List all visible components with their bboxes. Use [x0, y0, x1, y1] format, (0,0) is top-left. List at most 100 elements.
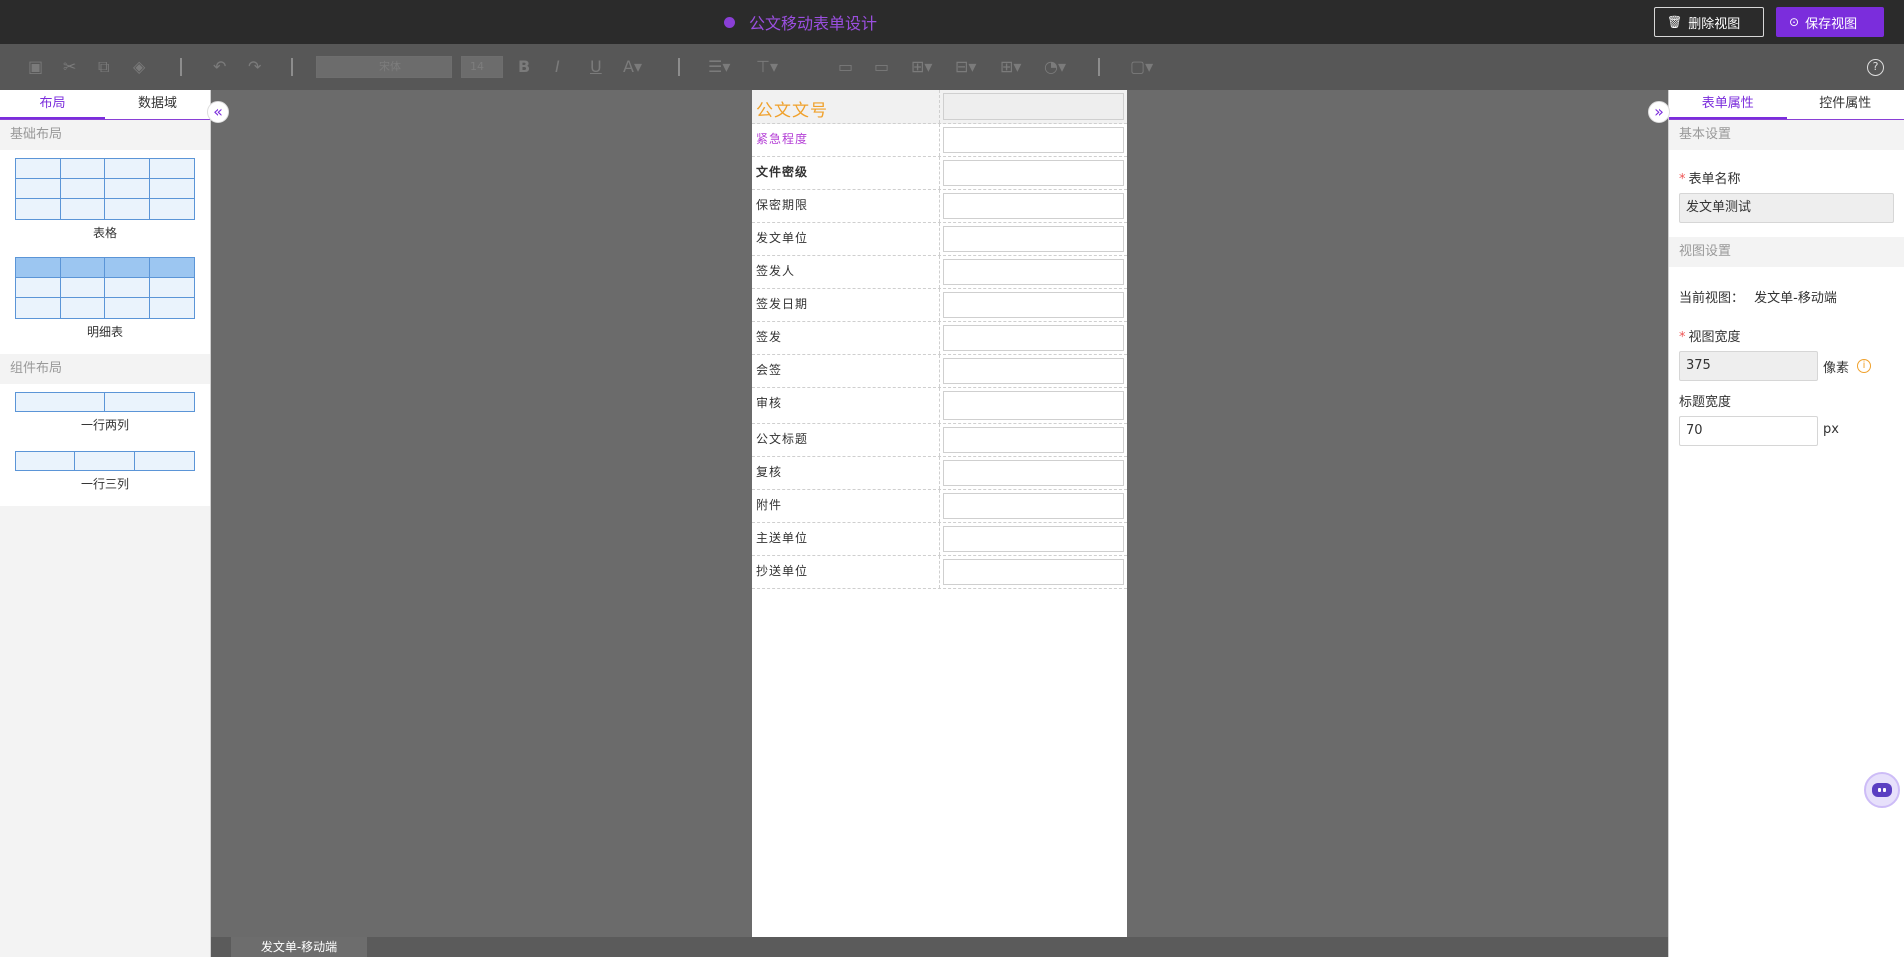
form-row[interactable]: 文件密级 [752, 157, 1127, 190]
form-row-value-cell[interactable] [940, 424, 1127, 456]
form-row[interactable]: 主送单位 [752, 523, 1127, 556]
form-row-label: 紧急程度 [752, 124, 940, 156]
form-row-value-cell[interactable] [940, 388, 1127, 423]
form-row-value-cell[interactable] [940, 223, 1127, 255]
view-tab-mobile[interactable]: 发文单-移动端 [231, 937, 367, 957]
form-row-input[interactable] [943, 193, 1124, 219]
form-row-input[interactable] [943, 493, 1124, 519]
form-name-field[interactable]: 发文单测试 [1679, 193, 1894, 223]
bold-icon[interactable]: B [518, 58, 530, 76]
form-row-value-cell[interactable] [940, 124, 1127, 156]
assistant-robot-icon[interactable] [1864, 772, 1900, 808]
form-row-value-cell[interactable] [940, 556, 1127, 588]
form-row-input[interactable] [943, 127, 1124, 153]
form-row-value-cell[interactable] [940, 256, 1127, 288]
right-panel: 表单属性 控件属性 基本设置 * 表单名称 发文单测试 视图设置 当前视图： 发文… [1668, 90, 1904, 957]
form-row-input[interactable] [943, 226, 1124, 252]
format-painter-icon[interactable]: ◈ [133, 58, 145, 76]
form-row-value-cell[interactable] [940, 355, 1127, 387]
top-bar: 公文移动表单设计 🗑 删除视图 ⊙ 保存视图 [0, 0, 1904, 44]
help-icon[interactable]: ? [1867, 59, 1884, 76]
delete-row-icon[interactable]: ▭ [874, 58, 889, 76]
tab-form-properties[interactable]: 表单属性 [1669, 90, 1787, 119]
form-row-input[interactable] [943, 292, 1124, 318]
font-color-icon[interactable]: A▾ [623, 58, 642, 76]
form-row[interactable]: 保密期限 [752, 190, 1127, 223]
toolbar-divider [291, 58, 293, 76]
paste-icon[interactable]: ▣ [28, 58, 43, 76]
form-row-input[interactable] [943, 160, 1124, 186]
basic-settings-title: 基本设置 [1669, 120, 1904, 150]
split-cells-icon[interactable]: ⊟▾ [955, 58, 976, 76]
detail-table-thumbnail [15, 257, 195, 319]
tab-layout[interactable]: 布局 [0, 90, 105, 119]
form-row-input[interactable] [943, 325, 1124, 351]
underline-icon[interactable]: U [590, 58, 602, 76]
form-row-input[interactable] [943, 259, 1124, 285]
form-row-input[interactable] [943, 391, 1124, 420]
collapse-right-icon[interactable]: » [1648, 101, 1670, 123]
form-row-input[interactable] [943, 358, 1124, 384]
form-row-input[interactable] [943, 93, 1124, 120]
form-row[interactable]: 签发人 [752, 256, 1127, 289]
layout-item-label: 一行三列 [80, 477, 129, 491]
table-thumbnail [15, 158, 195, 220]
form-row-label: 审核 [752, 388, 940, 423]
align-icon[interactable]: ☰▾ [708, 58, 730, 76]
form-row[interactable]: 审核 [752, 388, 1127, 424]
form-row-value-cell[interactable] [940, 523, 1127, 555]
form-row-value-cell[interactable] [940, 289, 1127, 321]
form-row-value-cell[interactable] [940, 157, 1127, 189]
tab-data-fields[interactable]: 数据域 [105, 90, 210, 119]
form-row-value-cell[interactable] [940, 457, 1127, 489]
form-row[interactable]: 复核 [752, 457, 1127, 490]
form-row[interactable]: 附件 [752, 490, 1127, 523]
form-row-value-cell[interactable] [940, 90, 1127, 123]
form-row-value-cell[interactable] [940, 190, 1127, 222]
form-row[interactable]: 公文文号 [752, 90, 1127, 124]
copy-icon[interactable]: ⧉ [98, 58, 109, 76]
tab-control-properties[interactable]: 控件属性 [1787, 90, 1904, 119]
form-row[interactable]: 抄送单位 [752, 556, 1127, 589]
form-row-input[interactable] [943, 460, 1124, 486]
form-name-label: * 表单名称 [1679, 172, 1741, 187]
form-row-input[interactable] [943, 559, 1124, 585]
form-row[interactable]: 公文标题 [752, 424, 1127, 457]
layout-item-detail-table[interactable]: 明细表 [14, 257, 196, 350]
layout-item-two-columns[interactable]: 一行两列 [14, 392, 196, 443]
delete-view-button[interactable]: 🗑 删除视图 [1654, 7, 1764, 37]
vertical-align-icon[interactable]: ⊤▾ [756, 58, 778, 76]
collapse-left-icon[interactable]: « [207, 101, 229, 123]
form-row-value-cell[interactable] [940, 322, 1127, 354]
form-row-label: 公文文号 [752, 90, 940, 123]
component-layout-title: 组件布局 [10, 361, 63, 376]
form-row[interactable]: 签发日期 [752, 289, 1127, 322]
undo-icon[interactable]: ↶ [213, 58, 226, 76]
fill-color-icon[interactable]: ◔▾ [1044, 58, 1066, 76]
form-row[interactable]: 紧急程度 [752, 124, 1127, 157]
form-row-value-cell[interactable] [940, 490, 1127, 522]
form-row[interactable]: 会签 [752, 355, 1127, 388]
info-icon[interactable]: i [1857, 359, 1872, 373]
border-icon[interactable]: ⊞▾ [1000, 58, 1021, 76]
title-area: 公文移动表单设计 [724, 0, 877, 44]
font-size-select[interactable]: 14 [461, 56, 503, 78]
form-row-input[interactable] [943, 526, 1124, 552]
title-width-field[interactable]: 70 [1679, 416, 1818, 446]
insert-row-icon[interactable]: ▭ [838, 58, 853, 76]
cut-icon[interactable]: ✂ [63, 58, 76, 76]
image-icon[interactable]: ▢▾ [1130, 58, 1153, 76]
form-row-input[interactable] [943, 427, 1124, 453]
font-family-select[interactable]: 宋体 [316, 56, 452, 78]
form-row[interactable]: 发文单位 [752, 223, 1127, 256]
view-width-field[interactable]: 375 [1679, 351, 1818, 381]
save-view-button[interactable]: ⊙ 保存视图 [1776, 7, 1884, 37]
page-title: 公文移动表单设计 [749, 14, 878, 33]
form-row[interactable]: 签发 [752, 322, 1127, 355]
redo-icon[interactable]: ↷ [248, 58, 261, 76]
layout-item-table[interactable]: 表格 [14, 158, 196, 251]
layout-item-three-columns[interactable]: 一行三列 [14, 451, 196, 502]
merge-cells-icon[interactable]: ⊞▾ [911, 58, 932, 76]
italic-icon[interactable]: I [555, 58, 560, 76]
save-view-label: 保存视图 [1805, 16, 1858, 32]
